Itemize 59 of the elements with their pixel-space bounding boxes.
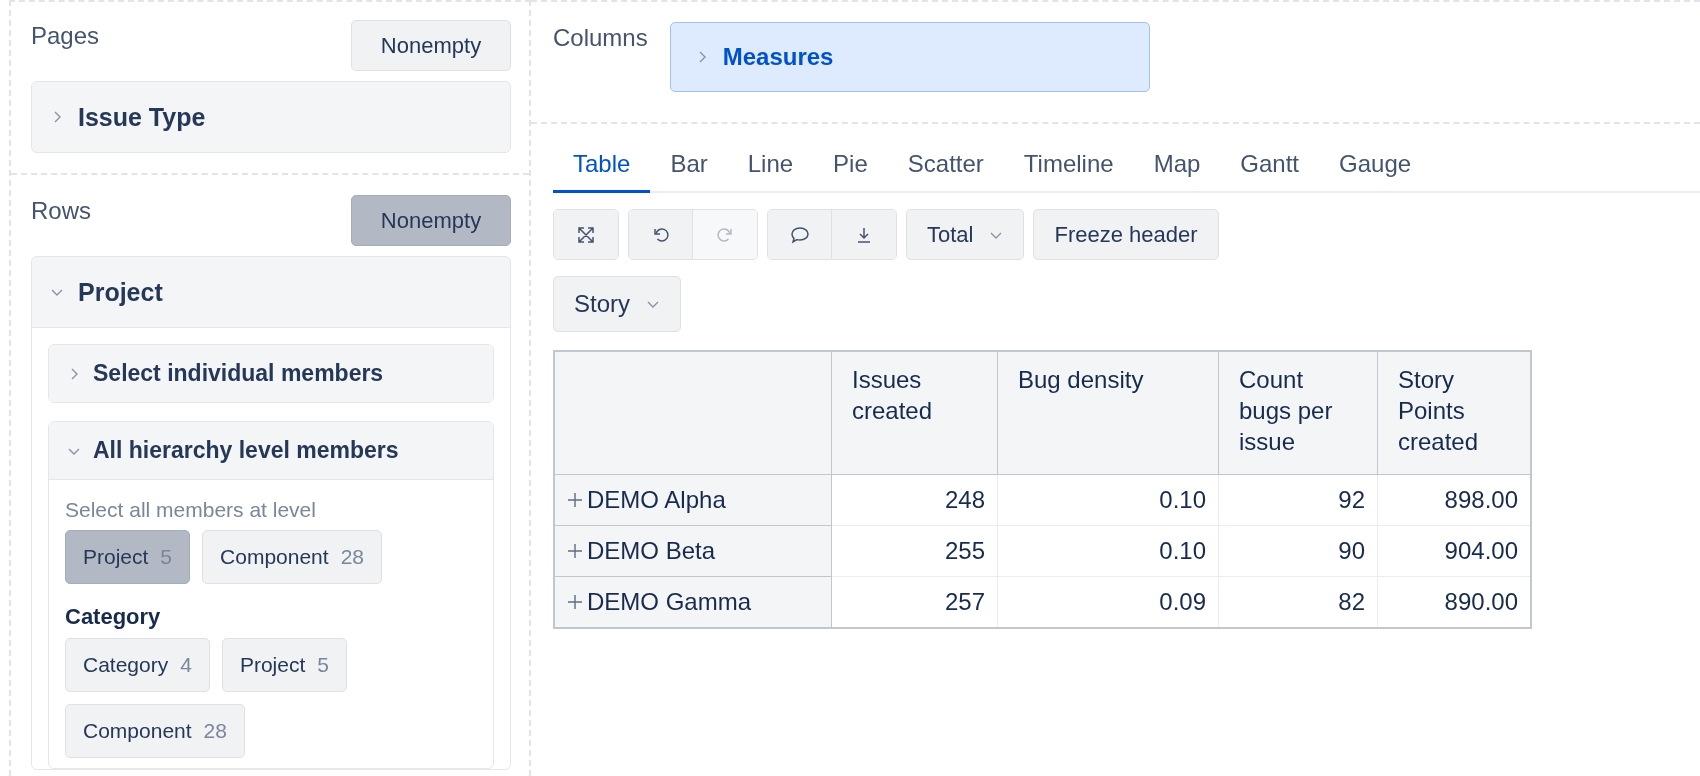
comment-button[interactable] bbox=[768, 210, 832, 259]
expand-icon-button[interactable] bbox=[554, 210, 618, 259]
nonempty-button[interactable]: Nonempty bbox=[351, 20, 511, 71]
plus-icon[interactable] bbox=[567, 543, 583, 559]
row-header: DEMO Alpha bbox=[587, 486, 726, 514]
view-tab[interactable]: Map bbox=[1133, 140, 1221, 193]
speech-bubble-icon bbox=[788, 224, 811, 245]
freeze-header-button[interactable]: Freeze header bbox=[1033, 209, 1219, 260]
member-count: 5 bbox=[317, 653, 329, 677]
table-cell: 0.10 bbox=[997, 474, 1219, 526]
plus-icon[interactable] bbox=[567, 492, 583, 508]
member-count: 28 bbox=[203, 719, 227, 743]
table-cell: 255 bbox=[831, 525, 998, 577]
member-count: 5 bbox=[160, 545, 173, 569]
table-cell: 0.10 bbox=[997, 525, 1219, 577]
dimension-header[interactable]: Issue Type bbox=[32, 82, 510, 152]
column-header: Issues created bbox=[831, 351, 998, 475]
view-tab[interactable]: Scatter bbox=[887, 140, 1004, 193]
table-cell: 92 bbox=[1218, 474, 1378, 526]
member-count: 4 bbox=[180, 653, 192, 677]
level-button[interactable]: Project 5 bbox=[221, 638, 347, 692]
view-tab[interactable]: Line bbox=[727, 140, 814, 193]
story-dropdown[interactable]: Story bbox=[553, 276, 681, 332]
nonempty-button[interactable]: Nonempty bbox=[351, 195, 511, 246]
level-button[interactable]: Component 28 bbox=[202, 530, 382, 584]
column-header: Bug density bbox=[997, 351, 1219, 475]
dimension-name: Issue Type bbox=[78, 102, 206, 132]
row-header: DEMO Beta bbox=[587, 537, 716, 565]
total-dropdown[interactable]: Total bbox=[906, 209, 1025, 260]
level-button[interactable]: Component 28 bbox=[65, 704, 245, 758]
row-header: DEMO Gamma bbox=[587, 588, 751, 616]
view-tab[interactable]: Gantt bbox=[1220, 140, 1320, 193]
column-header: Story Points created bbox=[1377, 351, 1531, 475]
view-tab[interactable]: Gauge bbox=[1319, 140, 1432, 193]
member-count: 28 bbox=[340, 545, 364, 569]
view-tab[interactable]: Table bbox=[553, 140, 651, 193]
hint-text: Select all members at level bbox=[65, 498, 317, 522]
plus-icon[interactable] bbox=[567, 594, 583, 610]
accordion-title: Select individual members bbox=[93, 360, 384, 387]
level-button[interactable]: Category 4 bbox=[65, 638, 210, 692]
table-cell: 248 bbox=[831, 474, 998, 526]
group-heading: Category bbox=[65, 604, 162, 630]
expand-icon bbox=[576, 224, 596, 245]
section-title: Pages bbox=[31, 21, 100, 50]
dimension-name: Measures bbox=[722, 43, 834, 71]
column-header: Count bugs per issue bbox=[1218, 351, 1378, 475]
level-button[interactable]: Project 5 bbox=[65, 530, 191, 584]
dimension-name: Project bbox=[78, 277, 163, 307]
measures-chip[interactable]: Measures bbox=[669, 22, 1150, 92]
view-tab[interactable]: Pie bbox=[813, 140, 888, 193]
undo-button[interactable] bbox=[629, 210, 693, 259]
accordion-header[interactable]: All hierarchy level members bbox=[49, 422, 493, 480]
view-tab[interactable]: Timeline bbox=[1003, 140, 1134, 193]
section-title: Columns bbox=[553, 23, 648, 53]
accordion-header[interactable]: Select individual members bbox=[49, 345, 493, 402]
accordion-title: All hierarchy level members bbox=[93, 437, 399, 464]
table-cell: 90 bbox=[1218, 525, 1378, 577]
section-title: Rows bbox=[31, 196, 91, 225]
view-tab[interactable]: Bar bbox=[650, 140, 728, 193]
